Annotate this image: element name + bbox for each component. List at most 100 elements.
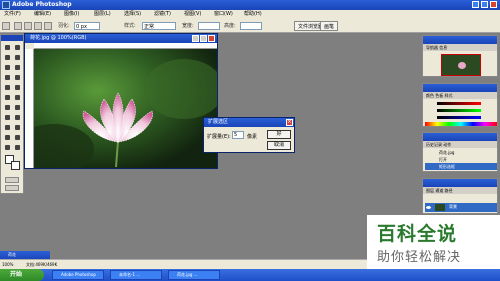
- document-size: 文档:469K/469K: [26, 262, 58, 267]
- gradient-icon[interactable]: [13, 93, 22, 102]
- menu-select[interactable]: 选择(S): [124, 10, 141, 19]
- color-spectrum[interactable]: [425, 122, 497, 126]
- minimized-title: 荷花: [8, 252, 16, 257]
- notes-icon[interactable]: [3, 133, 12, 142]
- zoom-level: 100%: [2, 262, 14, 267]
- eyedropper-icon[interactable]: [13, 133, 22, 142]
- navigator-thumbnail[interactable]: [441, 54, 481, 76]
- blue-slider[interactable]: [437, 116, 481, 119]
- toolbox-title: [1, 35, 23, 41]
- slice-icon[interactable]: [13, 63, 22, 72]
- maximize-icon[interactable]: [481, 1, 488, 8]
- menu-image[interactable]: 图像(I): [64, 10, 79, 19]
- menu-filter[interactable]: 滤镜(T): [154, 10, 171, 19]
- lotus-photo: [34, 49, 217, 168]
- feather-label: 羽化:: [58, 23, 70, 29]
- options-bar: 羽化: 0 px 样式: 正常 宽度: 高度: 文件浏览器 画笔: [0, 19, 500, 33]
- menu-layer[interactable]: 图层(L): [94, 10, 111, 19]
- color-panel: 颜色 色板 样式: [422, 83, 498, 127]
- quick-mask-icon[interactable]: [5, 177, 19, 183]
- watermark-subtitle: 助你轻松解决: [377, 250, 462, 265]
- blur-icon[interactable]: [3, 103, 12, 112]
- screen-mode-icon[interactable]: [5, 185, 19, 191]
- close-icon[interactable]: [490, 1, 497, 8]
- minimize-icon[interactable]: [472, 1, 479, 8]
- task-photoshop[interactable]: Adobe Photoshop: [52, 270, 104, 280]
- dialog-close-icon[interactable]: ×: [286, 119, 293, 126]
- document-canvas[interactable]: [34, 49, 217, 168]
- lasso-icon[interactable]: [3, 53, 12, 62]
- menu-bar: 文件(F) 编辑(E) 图像(I) 图层(L) 选择(S) 滤镜(T) 视图(V…: [0, 10, 500, 19]
- start-button[interactable]: 开始: [0, 269, 44, 281]
- brush-icon[interactable]: [13, 73, 22, 82]
- move-icon[interactable]: [13, 43, 22, 52]
- subtract-selection-icon[interactable]: [34, 22, 42, 30]
- document-title-bar[interactable]: 荷花.jpg @ 100%(RGB): [25, 34, 217, 43]
- eye-icon[interactable]: [426, 204, 431, 211]
- tab-brushes[interactable]: 画笔: [320, 21, 339, 31]
- style-select[interactable]: 正常: [142, 22, 176, 30]
- crop-icon[interactable]: [3, 63, 12, 72]
- ok-button[interactable]: 好: [267, 130, 291, 139]
- intersect-selection-icon[interactable]: [44, 22, 52, 30]
- menu-view[interactable]: 视图(V): [184, 10, 201, 19]
- history-snapshot[interactable]: 荷花.jpg: [425, 149, 497, 156]
- document-title: 荷花.jpg @ 100%(RGB): [30, 35, 87, 41]
- doc-minimize-icon[interactable]: [192, 35, 199, 42]
- layer-row-background[interactable]: 背景: [425, 203, 497, 212]
- task-untitled[interactable]: 未命名-1 ...: [110, 270, 162, 280]
- history-brush-icon[interactable]: [13, 83, 22, 92]
- red-slider[interactable]: [437, 102, 481, 105]
- hand-icon[interactable]: [3, 143, 12, 152]
- dialog-title-bar[interactable]: 扩展选区: [204, 118, 294, 127]
- layers-tabs[interactable]: 图层 通道 路径: [423, 187, 497, 194]
- doc-close-icon[interactable]: [208, 35, 215, 42]
- width-input[interactable]: [198, 22, 220, 30]
- menu-edit[interactable]: 编辑(E): [34, 10, 51, 19]
- app-title: Adobe Photoshop: [12, 1, 72, 8]
- shape-icon[interactable]: [13, 123, 22, 132]
- type-icon[interactable]: [13, 113, 22, 122]
- new-selection-icon[interactable]: [14, 22, 22, 30]
- expand-amount-input[interactable]: 5: [232, 131, 244, 139]
- history-tabs[interactable]: 历史记录 动作: [423, 141, 497, 148]
- history-panel: 历史记录 动作 荷花.jpg 打开 矩形选框: [422, 132, 498, 172]
- navigator-panel: 导航器 信息: [422, 35, 498, 77]
- history-item-marquee[interactable]: 矩形选框: [425, 163, 497, 170]
- marquee-icon[interactable]: [3, 43, 12, 52]
- background-color-swatch[interactable]: [11, 161, 20, 170]
- width-label: 宽度:: [182, 23, 194, 29]
- taskbar: 开始 Adobe Photoshop 未命名-1 ... 荷花.jpg ...: [0, 269, 500, 281]
- pen-icon[interactable]: [3, 123, 12, 132]
- task-lotus[interactable]: 荷花.jpg ...: [168, 270, 220, 280]
- layers-panel-title: [423, 179, 497, 187]
- stamp-icon[interactable]: [3, 83, 12, 92]
- marquee-tool-icon[interactable]: [2, 22, 10, 30]
- navigator-tabs[interactable]: 导航器 信息: [423, 44, 497, 51]
- color-tabs[interactable]: 颜色 色板 样式: [423, 92, 497, 99]
- add-selection-icon[interactable]: [24, 22, 32, 30]
- document-window: 荷花.jpg @ 100%(RGB): [24, 33, 218, 169]
- color-panel-title: [423, 84, 497, 92]
- cancel-button[interactable]: 取消: [267, 141, 291, 150]
- history-item-open[interactable]: 打开: [425, 156, 497, 163]
- watermark: 百科全说 助你轻松解决: [367, 215, 500, 269]
- green-slider[interactable]: [437, 109, 481, 112]
- menu-help[interactable]: 帮助(H): [244, 10, 262, 19]
- layer-thumbnail: [435, 204, 445, 211]
- expand-unit-label: 像素: [247, 134, 258, 140]
- menu-window[interactable]: 窗口(W): [214, 10, 233, 19]
- feather-input[interactable]: 0 px: [74, 22, 100, 30]
- photoshop-logo-icon: [2, 1, 10, 9]
- dodge-icon[interactable]: [13, 103, 22, 112]
- menu-file[interactable]: 文件(F): [4, 10, 21, 19]
- window-controls: [472, 1, 498, 9]
- path-select-icon[interactable]: [3, 113, 12, 122]
- healing-icon[interactable]: [3, 73, 12, 82]
- style-label: 样式:: [124, 23, 136, 29]
- magic-wand-icon[interactable]: [13, 53, 22, 62]
- eraser-icon[interactable]: [3, 93, 12, 102]
- doc-maximize-icon[interactable]: [200, 35, 207, 42]
- zoom-icon[interactable]: [13, 143, 22, 152]
- height-input[interactable]: [240, 22, 262, 30]
